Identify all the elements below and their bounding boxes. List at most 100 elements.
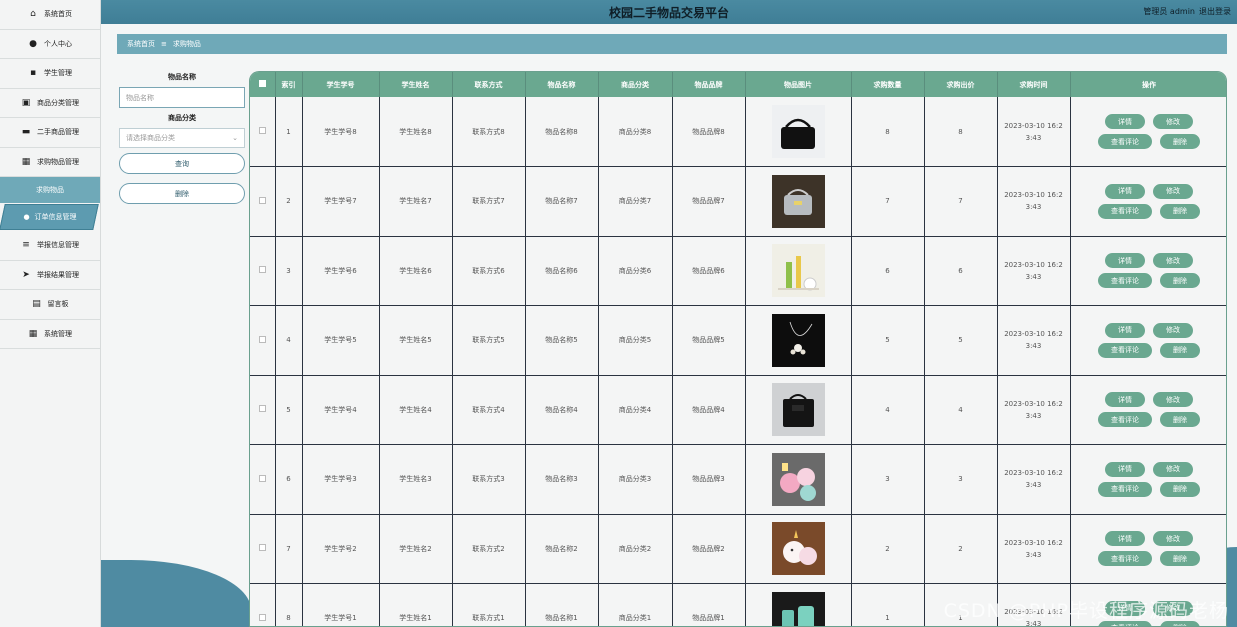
sidebar-item-b2[interactable]: ▤ 留言板 xyxy=(0,290,100,320)
sidebar-item-label: 留言板 xyxy=(47,300,69,309)
select-all-checkbox[interactable] xyxy=(258,80,266,87)
breadcrumb-home[interactable]: 系统首页 xyxy=(127,39,155,49)
quantity-cell: 8 xyxy=(851,97,925,167)
sidebar-subitem-active[interactable]: 求购物品 xyxy=(0,177,100,203)
brand-cell: 物品品牌5 xyxy=(672,305,746,376)
sidebar-item-b3[interactable]: ▦ 系统管理 xyxy=(0,320,100,349)
image-cell xyxy=(745,97,852,167)
edit-button[interactable]: 修改 xyxy=(1153,461,1193,477)
detail-button[interactable]: 详情 xyxy=(1105,322,1145,338)
edit-button[interactable]: 修改 xyxy=(1153,183,1193,199)
detail-button[interactable]: 详情 xyxy=(1105,114,1145,129)
view-comments-button[interactable]: 查看评论 xyxy=(1098,134,1152,149)
row-select-cell[interactable] xyxy=(250,375,276,445)
row-checkbox[interactable] xyxy=(258,266,266,274)
row-select-cell[interactable] xyxy=(250,514,276,584)
product-image[interactable] xyxy=(771,244,825,298)
delete-button[interactable]: 删除 xyxy=(1160,342,1200,358)
select-all-header[interactable] xyxy=(250,72,276,97)
product-image[interactable] xyxy=(771,174,825,228)
search-panel: 物品名称 物品名称 商品分类 请选择商品分类 ⌄ 查询 删除 xyxy=(117,72,247,213)
product-image[interactable] xyxy=(771,383,825,437)
sidebar-item-a4[interactable]: ▬ 二手商品管理 xyxy=(0,118,100,148)
delete-button[interactable]: 删除 xyxy=(1160,481,1200,497)
detail-button[interactable]: 详情 xyxy=(1105,253,1145,269)
product-image[interactable] xyxy=(771,105,825,158)
logout-link[interactable]: 退出登录 xyxy=(1199,6,1231,17)
breadcrumb: 系统首页 ≡ 求购物品 xyxy=(117,34,1227,54)
batch-delete-button[interactable]: 删除 xyxy=(119,183,245,204)
detail-button[interactable]: 详情 xyxy=(1105,183,1145,199)
contact-cell: 联系方式4 xyxy=(452,375,526,445)
row-checkbox[interactable] xyxy=(258,544,266,552)
delete-button[interactable]: 删除 xyxy=(1160,203,1200,219)
contact-cell: 联系方式1 xyxy=(452,583,526,626)
detail-button[interactable]: 详情 xyxy=(1105,461,1145,477)
row-select-cell[interactable] xyxy=(250,583,276,626)
image-cell xyxy=(745,514,852,584)
actions-cell: 详情修改查看评论删除 xyxy=(1070,236,1226,306)
edit-button[interactable]: 修改 xyxy=(1153,114,1193,129)
detail-button[interactable]: 详情 xyxy=(1105,392,1145,408)
view-comments-button[interactable]: 查看评论 xyxy=(1098,551,1152,567)
image-cell xyxy=(745,375,852,445)
view-comments-button[interactable]: 查看评论 xyxy=(1098,273,1152,289)
row-checkbox[interactable] xyxy=(258,405,266,413)
item-name-input[interactable]: 物品名称 xyxy=(119,87,245,108)
category-label: 商品分类 xyxy=(168,114,196,122)
send-icon: ➤ xyxy=(22,269,30,280)
product-image[interactable] xyxy=(771,591,825,627)
product-image[interactable] xyxy=(771,522,825,576)
index-cell: 6 xyxy=(275,444,303,515)
row-select-cell[interactable] xyxy=(250,236,276,306)
row-checkbox[interactable] xyxy=(258,613,266,621)
sidebar-item-b1[interactable]: ➤ 举报结果管理 xyxy=(0,261,100,290)
row-checkbox[interactable] xyxy=(258,196,266,204)
edit-button[interactable]: 修改 xyxy=(1153,531,1193,547)
sidebar-item-label: 订单信息管理 xyxy=(34,213,77,221)
brand-cell: 物品品牌6 xyxy=(672,236,746,306)
index-cell: 8 xyxy=(275,583,303,626)
product-image[interactable] xyxy=(771,452,825,506)
row-checkbox[interactable] xyxy=(258,127,266,134)
grid-icon: ▦ xyxy=(28,328,38,339)
sidebar-item-orders[interactable]: ● 订单信息管理 xyxy=(0,203,100,231)
delete-button[interactable]: 删除 xyxy=(1160,134,1200,149)
product-image[interactable] xyxy=(771,313,825,367)
sidebar-item-label: 举报结果管理 xyxy=(37,270,79,279)
view-comments-button[interactable]: 查看评论 xyxy=(1098,412,1152,428)
view-comments-button[interactable]: 查看评论 xyxy=(1098,481,1152,497)
sidebar-item-a1[interactable]: ● 个人中心 xyxy=(0,30,100,59)
edit-button[interactable]: 修改 xyxy=(1153,322,1193,338)
edit-button[interactable]: 修改 xyxy=(1153,253,1193,269)
delete-button[interactable]: 删除 xyxy=(1160,551,1200,567)
query-button[interactable]: 查询 xyxy=(119,153,245,174)
view-comments-button[interactable]: 查看评论 xyxy=(1098,203,1152,219)
row-select-cell[interactable] xyxy=(250,97,276,167)
item-name-cell: 物品名称2 xyxy=(525,514,599,584)
row-checkbox[interactable] xyxy=(258,474,266,482)
delete-button[interactable]: 删除 xyxy=(1160,273,1200,289)
delete-button[interactable]: 删除 xyxy=(1160,412,1200,428)
sidebar-item-b0[interactable]: ≡ 举报信息管理 xyxy=(0,231,100,261)
row-select-cell[interactable] xyxy=(250,444,276,515)
student-name-cell: 学生姓名6 xyxy=(379,236,453,306)
contact-cell: 联系方式7 xyxy=(452,166,526,237)
brand-cell: 物品品牌1 xyxy=(672,583,746,626)
detail-button[interactable]: 详情 xyxy=(1105,531,1145,547)
category-select[interactable]: 请选择商品分类 ⌄ xyxy=(119,128,245,148)
view-comments-button[interactable]: 查看评论 xyxy=(1098,342,1152,358)
time-clock: 3:43 xyxy=(1025,203,1042,212)
column-header: 学生学号 xyxy=(302,72,380,97)
edit-button[interactable]: 修改 xyxy=(1153,392,1193,408)
row-select-cell[interactable] xyxy=(250,305,276,376)
row-select-cell[interactable] xyxy=(250,166,276,237)
sidebar-item-a3[interactable]: ▣ 商品分类管理 xyxy=(0,89,100,118)
row-checkbox[interactable] xyxy=(258,335,266,343)
sidebar-item-a0[interactable]: ⌂ 系统首页 xyxy=(0,0,100,30)
sidebar-item-a2[interactable]: ▪ 学生管理 xyxy=(0,59,100,89)
actions-cell: 详情修改查看评论删除 xyxy=(1070,305,1226,376)
sidebar-item-a5[interactable]: ▦ 求购物品管理 xyxy=(0,148,100,177)
quantity-cell: 7 xyxy=(851,166,925,237)
student-icon: ▪ xyxy=(29,68,37,79)
